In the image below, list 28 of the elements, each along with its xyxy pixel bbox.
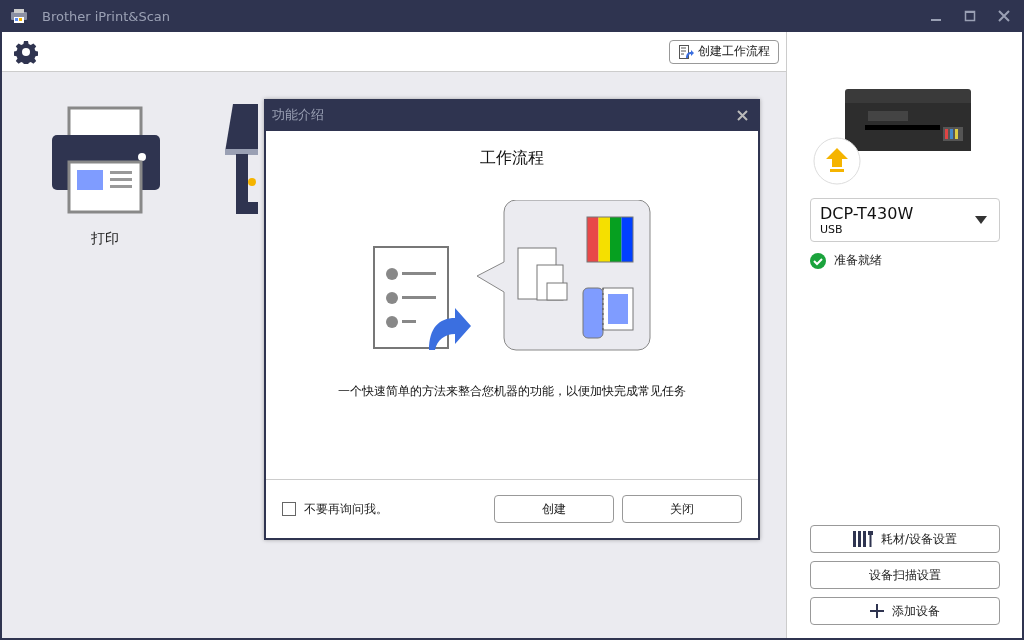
close-button[interactable]: 关闭 (622, 495, 742, 523)
dialog-heading: 工作流程 (480, 148, 544, 169)
workflow-icon (678, 43, 694, 60)
close-icon[interactable] (998, 10, 1010, 22)
connection-type: USB (820, 222, 844, 236)
dialog-title: 功能介绍 (272, 106, 324, 124)
status-text: 准备就绪 (834, 252, 882, 269)
close-icon[interactable] (737, 109, 748, 121)
scan-settings-button[interactable]: 设备扫描设置 (810, 561, 1000, 589)
maximize-icon[interactable] (964, 10, 976, 22)
dont-ask-again-checkbox[interactable]: 不要再询问我。 (282, 500, 388, 518)
dialog-description: 一个快速简单的方法来整合您机器的功能，以便加快完成常见任务 (338, 383, 686, 400)
create-button[interactable]: 创建 (494, 495, 614, 523)
add-device-button[interactable]: 添加设备 (810, 597, 1000, 625)
check-icon (810, 252, 826, 269)
settings-icon[interactable] (14, 39, 38, 64)
device-dropdown[interactable]: DCP-T430W USB (810, 198, 1000, 242)
device-model: DCP-T430W (820, 204, 914, 223)
printer-icon (50, 106, 160, 214)
dropdown-arrow-icon (975, 216, 987, 224)
plus-icon (870, 604, 884, 618)
window-title: Brother iPrint&Scan (42, 8, 170, 24)
upload-icon (813, 137, 861, 185)
printer-icon (10, 9, 28, 23)
supplies-settings-button[interactable]: 耗材/设备设置 (810, 525, 1000, 553)
tools-icon (852, 531, 873, 547)
create-workflow-button[interactable]: 创建工作流程 (669, 39, 779, 64)
print-tile[interactable]: 打印 (50, 106, 160, 248)
